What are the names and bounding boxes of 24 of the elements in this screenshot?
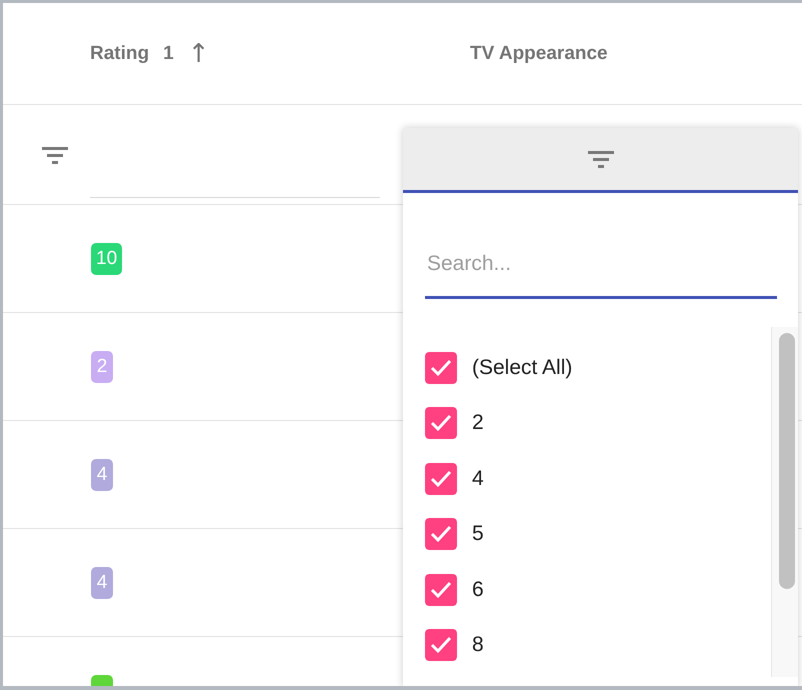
checkbox[interactable]	[425, 407, 457, 440]
rating-badge: 10	[91, 242, 122, 274]
scrollbar[interactable]	[771, 327, 798, 677]
column-header[interactable]: Rating	[90, 42, 150, 64]
checkbox[interactable]	[425, 629, 457, 662]
rating-badge: 4	[91, 458, 113, 490]
checkbox[interactable]	[425, 462, 457, 495]
option-label[interactable]: 2	[472, 411, 484, 436]
checkbox[interactable]	[425, 574, 457, 606]
rating-badge: 4	[91, 566, 113, 598]
checkbox[interactable]	[425, 518, 457, 550]
checkbox[interactable]	[425, 352, 457, 384]
filter-icon	[588, 150, 614, 168]
column-header[interactable]: TV Appearance	[470, 42, 608, 64]
filter-tab[interactable]	[403, 128, 798, 193]
option-label[interactable]: 5	[472, 522, 484, 546]
option-label[interactable]: (Select All)	[472, 356, 572, 380]
sort-arrow[interactable]: ↑	[188, 40, 210, 66]
option-label[interactable]: 4	[472, 466, 484, 491]
option-label[interactable]: 8	[472, 633, 484, 658]
sort-order: 1	[163, 42, 174, 64]
option-label[interactable]: 6	[472, 578, 484, 602]
rating-badge: 2	[91, 350, 113, 382]
filter-icon[interactable]	[42, 146, 68, 164]
